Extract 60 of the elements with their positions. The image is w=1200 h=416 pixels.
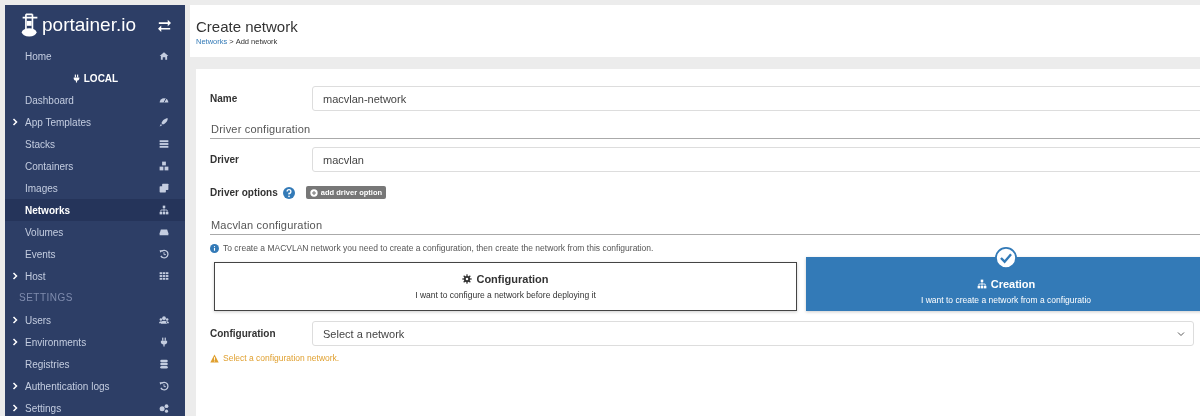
warning-icon [210, 353, 219, 363]
sidebar-item[interactable]: Environments [5, 331, 185, 353]
card-title: Configuration [476, 273, 549, 285]
drive-icon [159, 227, 169, 237]
help-icon [282, 186, 295, 199]
card-description: I want to configure a network before deploying it [415, 290, 596, 300]
network-select[interactable]: Select a network [312, 321, 1194, 346]
option-card[interactable]: Configuration I want to configure a network before deploying it [214, 262, 797, 311]
plug-icon [159, 337, 169, 347]
logo[interactable]: portainer.io [21, 12, 136, 38]
sidebar-item[interactable]: Host [5, 265, 185, 287]
sidebar-item[interactable]: Users [5, 309, 185, 331]
sidebar-item[interactable]: Networks [5, 199, 185, 221]
field-label: Driver [210, 154, 240, 165]
card-description: I want to create a network from a configuratio [920, 294, 1092, 305]
sidebar-item[interactable]: Images [5, 177, 185, 199]
cubes-icon [159, 161, 169, 171]
copy-icon [159, 183, 169, 193]
gauge-icon [159, 95, 169, 105]
field-label: Driver options [210, 187, 278, 198]
card-title: Creation [990, 277, 1036, 290]
sidebar-item[interactable]: Registries [5, 353, 185, 375]
sidebar-item[interactable]: Events [5, 243, 185, 265]
history-icon [159, 381, 169, 391]
sidebar-item[interactable]: Settings [5, 397, 185, 416]
house-icon [159, 51, 169, 61]
users-icon [159, 315, 169, 325]
history-icon [159, 249, 169, 259]
info-text: To create a MACVLAN network you need to create a configuration, then create the network from this configuration. [223, 243, 654, 253]
info-icon [210, 243, 219, 253]
logo-text: portainer.io [42, 14, 136, 36]
gear-icon [462, 274, 473, 284]
list-icon [159, 139, 169, 149]
environment-name: LOCAL [83, 72, 119, 84]
sidebar-item[interactable]: Containers [5, 155, 185, 177]
swap-arrows-icon [158, 18, 171, 32]
sidebar-item[interactable]: Dashboard [5, 89, 185, 111]
check-circle-icon [995, 247, 1017, 269]
sidebar-item[interactable]: Stacks [5, 133, 185, 155]
section-title: Driver configuration [210, 119, 1200, 139]
grid-icon [159, 271, 169, 281]
field-label: Configuration [210, 328, 277, 339]
section-title: Macvlan configuration [210, 215, 1200, 235]
name-field[interactable]: macvlan-network [312, 86, 1200, 111]
page-title: Create network [196, 18, 299, 35]
caret-icon [1177, 330, 1185, 337]
driver-field[interactable]: macvlan [312, 147, 1200, 172]
plus-circle-icon [309, 188, 318, 197]
sidebar-item[interactable]: Volumes [5, 221, 185, 243]
field-label: Name [210, 93, 239, 104]
database-icon [159, 359, 169, 369]
sitemap-icon [159, 205, 169, 215]
sidebar-item[interactable]: Home [5, 45, 185, 67]
sitemap-icon [976, 278, 987, 289]
sidebar-section-title: SETTINGS [18, 291, 74, 305]
plug-icon [71, 73, 81, 83]
sidebar-item[interactable]: App Templates [5, 111, 185, 133]
warning-text: Select a configuration network. [223, 353, 340, 363]
sidebar-item[interactable]: Authentication logs [5, 375, 185, 397]
option-card[interactable]: Creation I want to create a network from a configuratio [806, 257, 1200, 311]
